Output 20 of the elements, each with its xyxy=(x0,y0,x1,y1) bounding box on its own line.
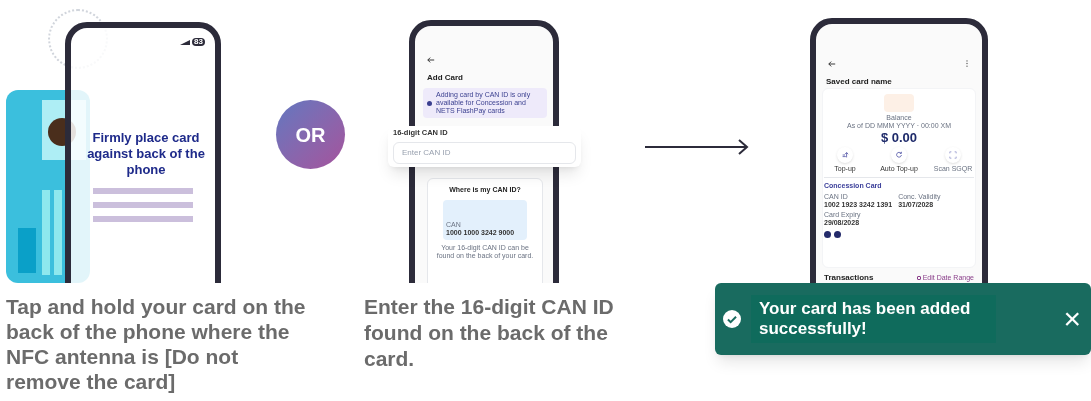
refresh-icon xyxy=(895,151,903,159)
screen-title: Saved card name xyxy=(826,76,892,88)
step-caption: Tap and hold your card on the back of the phone where the NFC antenna is [Do not remove the card] xyxy=(6,294,306,394)
check-icon xyxy=(723,310,741,328)
toast-message: Your card has been added successfully! xyxy=(751,295,996,343)
section-title: Transactions xyxy=(824,272,874,283)
or-badge: OR xyxy=(276,100,345,169)
close-button[interactable]: × xyxy=(1063,304,1081,334)
step-caption: Enter the 16-digit CAN ID found on the back of the card. xyxy=(364,294,615,372)
screen-title: Add Card xyxy=(427,72,463,84)
right-arrow-icon xyxy=(645,139,750,155)
scan-frame-icon xyxy=(949,151,957,159)
battery-level: 83 xyxy=(192,38,205,46)
can-id-field[interactable]: Enter CAN ID xyxy=(393,141,576,164)
back-arrow-icon[interactable] xyxy=(828,60,836,68)
balance-amount: $ 0.00 xyxy=(880,130,918,145)
instruction-text: Firmly place card against back of the phone xyxy=(86,130,206,178)
top-up-icon xyxy=(841,151,849,159)
back-arrow-icon[interactable] xyxy=(427,56,435,64)
card-thumbnail xyxy=(884,94,914,112)
